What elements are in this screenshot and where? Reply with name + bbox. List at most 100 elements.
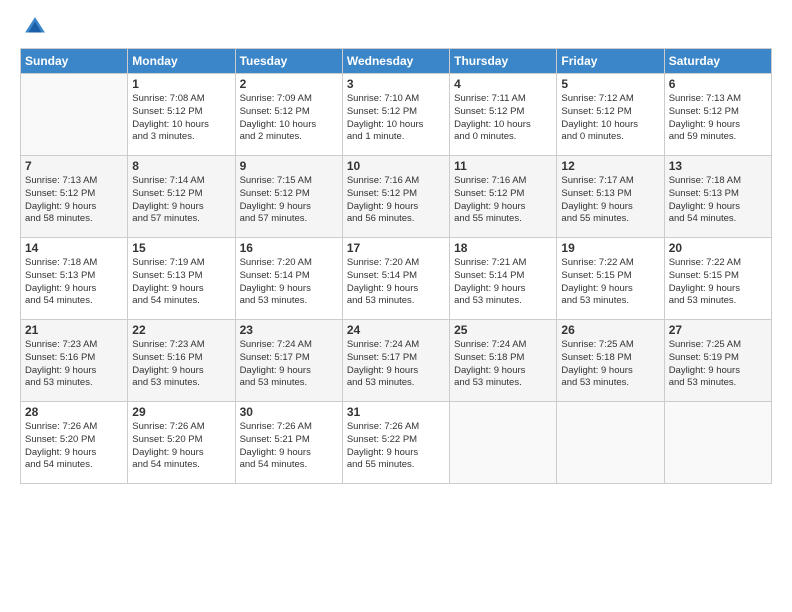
- day-number: 24: [347, 323, 445, 337]
- day-number: 6: [669, 77, 767, 91]
- day-info: Sunrise: 7:20 AM Sunset: 5:14 PM Dayligh…: [347, 257, 445, 308]
- calendar-cell: 21Sunrise: 7:23 AM Sunset: 5:16 PM Dayli…: [21, 320, 128, 402]
- day-info: Sunrise: 7:16 AM Sunset: 5:12 PM Dayligh…: [454, 175, 552, 226]
- day-info: Sunrise: 7:26 AM Sunset: 5:21 PM Dayligh…: [240, 421, 338, 472]
- calendar-cell: 3 Sunrise: 7:10 AM Sunset: 5:12 PM Daylig…: [342, 74, 449, 156]
- day-number: 11: [454, 159, 552, 173]
- day-info: Sunrise: 7:20 AM Sunset: 5:14 PM Dayligh…: [240, 257, 338, 308]
- day-info: Sunrise: 7:14 AM Sunset: 5:12 PM Dayligh…: [132, 175, 230, 226]
- day-number: 22: [132, 323, 230, 337]
- week-row-5: 28 Sunrise: 7:26 AM Sunset: 5:20 PM Dayli…: [21, 402, 772, 484]
- calendar-cell: 28 Sunrise: 7:26 AM Sunset: 5:20 PM Dayli…: [21, 402, 128, 484]
- day-info: Sunrise: 7:16 AM Sunset: 5:12 PM Dayligh…: [347, 175, 445, 226]
- day-info: Sunrise: 7:21 AM Sunset: 5:14 PM Dayligh…: [454, 257, 552, 308]
- calendar-cell: 11 Sunrise: 7:16 AM Sunset: 5:12 PM Dayli…: [450, 156, 557, 238]
- day-info: Sunrise: 7:18 AM Sunset: 5:13 PM Dayligh…: [25, 257, 123, 308]
- calendar-cell: 16 Sunrise: 7:20 AM Sunset: 5:14 PM Dayli…: [235, 238, 342, 320]
- day-number: 29: [132, 405, 230, 419]
- weekday-header-monday: Monday: [128, 49, 235, 74]
- day-number: 13: [669, 159, 767, 173]
- calendar-cell: 14Sunrise: 7:18 AM Sunset: 5:13 PM Dayli…: [21, 238, 128, 320]
- day-info: Sunrise: 7:25 AM Sunset: 5:19 PM Dayligh…: [669, 339, 767, 390]
- day-info: Sunrise: 7:22 AM Sunset: 5:15 PM Dayligh…: [561, 257, 659, 308]
- logo: [20, 16, 46, 38]
- calendar-cell: 19 Sunrise: 7:22 AM Sunset: 5:15 PM Dayli…: [557, 238, 664, 320]
- day-number: 10: [347, 159, 445, 173]
- week-row-4: 21Sunrise: 7:23 AM Sunset: 5:16 PM Dayli…: [21, 320, 772, 402]
- day-info: Sunrise: 7:08 AM Sunset: 5:12 PM Dayligh…: [132, 93, 230, 144]
- day-number: 27: [669, 323, 767, 337]
- day-number: 19: [561, 241, 659, 255]
- day-number: 9: [240, 159, 338, 173]
- weekday-header-saturday: Saturday: [664, 49, 771, 74]
- calendar-cell: 26 Sunrise: 7:25 AM Sunset: 5:18 PM Dayli…: [557, 320, 664, 402]
- calendar-cell: 22 Sunrise: 7:23 AM Sunset: 5:16 PM Dayli…: [128, 320, 235, 402]
- day-info: Sunrise: 7:11 AM Sunset: 5:12 PM Dayligh…: [454, 93, 552, 144]
- logo-icon: [24, 16, 46, 38]
- calendar-cell: 1Sunrise: 7:08 AM Sunset: 5:12 PM Daylig…: [128, 74, 235, 156]
- calendar-cell: 20Sunrise: 7:22 AM Sunset: 5:15 PM Dayli…: [664, 238, 771, 320]
- day-info: Sunrise: 7:15 AM Sunset: 5:12 PM Dayligh…: [240, 175, 338, 226]
- calendar-cell: [664, 402, 771, 484]
- day-number: 15: [132, 241, 230, 255]
- calendar-cell: 7 Sunrise: 7:13 AM Sunset: 5:12 PM Daylig…: [21, 156, 128, 238]
- weekday-header-thursday: Thursday: [450, 49, 557, 74]
- day-info: Sunrise: 7:18 AM Sunset: 5:13 PM Dayligh…: [669, 175, 767, 226]
- day-info: Sunrise: 7:24 AM Sunset: 5:17 PM Dayligh…: [240, 339, 338, 390]
- day-number: 16: [240, 241, 338, 255]
- calendar-cell: 31Sunrise: 7:26 AM Sunset: 5:22 PM Dayli…: [342, 402, 449, 484]
- calendar-cell: 6 Sunrise: 7:13 AM Sunset: 5:12 PM Daylig…: [664, 74, 771, 156]
- calendar-cell: 9 Sunrise: 7:15 AM Sunset: 5:12 PM Daylig…: [235, 156, 342, 238]
- weekday-header-sunday: Sunday: [21, 49, 128, 74]
- day-info: Sunrise: 7:26 AM Sunset: 5:22 PM Dayligh…: [347, 421, 445, 472]
- calendar-cell: [450, 402, 557, 484]
- day-info: Sunrise: 7:23 AM Sunset: 5:16 PM Dayligh…: [132, 339, 230, 390]
- calendar-cell: 30 Sunrise: 7:26 AM Sunset: 5:21 PM Dayli…: [235, 402, 342, 484]
- day-number: 20: [669, 241, 767, 255]
- weekday-header-tuesday: Tuesday: [235, 49, 342, 74]
- calendar-cell: [21, 74, 128, 156]
- day-info: Sunrise: 7:23 AM Sunset: 5:16 PM Dayligh…: [25, 339, 123, 390]
- calendar-cell: [557, 402, 664, 484]
- calendar-cell: 18 Sunrise: 7:21 AM Sunset: 5:14 PM Dayli…: [450, 238, 557, 320]
- day-number: 5: [561, 77, 659, 91]
- day-info: Sunrise: 7:10 AM Sunset: 5:12 PM Dayligh…: [347, 93, 445, 144]
- day-info: Sunrise: 7:26 AM Sunset: 5:20 PM Dayligh…: [25, 421, 123, 472]
- day-number: 17: [347, 241, 445, 255]
- calendar-cell: 8Sunrise: 7:14 AM Sunset: 5:12 PM Daylig…: [128, 156, 235, 238]
- header: [20, 16, 772, 38]
- calendar-cell: 10 Sunrise: 7:16 AM Sunset: 5:12 PM Dayli…: [342, 156, 449, 238]
- weekday-header-friday: Friday: [557, 49, 664, 74]
- day-info: Sunrise: 7:25 AM Sunset: 5:18 PM Dayligh…: [561, 339, 659, 390]
- calendar-cell: 27 Sunrise: 7:25 AM Sunset: 5:19 PM Dayli…: [664, 320, 771, 402]
- day-info: Sunrise: 7:09 AM Sunset: 5:12 PM Dayligh…: [240, 93, 338, 144]
- day-number: 28: [25, 405, 123, 419]
- day-number: 7: [25, 159, 123, 173]
- day-number: 18: [454, 241, 552, 255]
- week-row-1: 1Sunrise: 7:08 AM Sunset: 5:12 PM Daylig…: [21, 74, 772, 156]
- day-info: Sunrise: 7:13 AM Sunset: 5:12 PM Dayligh…: [669, 93, 767, 144]
- page: SundayMondayTuesdayWednesdayThursdayFrid…: [0, 0, 792, 612]
- calendar-cell: 2Sunrise: 7:09 AM Sunset: 5:12 PM Daylig…: [235, 74, 342, 156]
- calendar-cell: 17 Sunrise: 7:20 AM Sunset: 5:14 PM Dayli…: [342, 238, 449, 320]
- calendar-cell: 29 Sunrise: 7:26 AM Sunset: 5:20 PM Dayli…: [128, 402, 235, 484]
- calendar-cell: 24Sunrise: 7:24 AM Sunset: 5:17 PM Dayli…: [342, 320, 449, 402]
- day-number: 4: [454, 77, 552, 91]
- day-number: 23: [240, 323, 338, 337]
- week-row-2: 7 Sunrise: 7:13 AM Sunset: 5:12 PM Daylig…: [21, 156, 772, 238]
- day-info: Sunrise: 7:19 AM Sunset: 5:13 PM Dayligh…: [132, 257, 230, 308]
- day-info: Sunrise: 7:26 AM Sunset: 5:20 PM Dayligh…: [132, 421, 230, 472]
- day-number: 3: [347, 77, 445, 91]
- day-info: Sunrise: 7:13 AM Sunset: 5:12 PM Dayligh…: [25, 175, 123, 226]
- calendar-cell: 23 Sunrise: 7:24 AM Sunset: 5:17 PM Dayli…: [235, 320, 342, 402]
- day-info: Sunrise: 7:17 AM Sunset: 5:13 PM Dayligh…: [561, 175, 659, 226]
- calendar-cell: 5Sunrise: 7:12 AM Sunset: 5:12 PM Daylig…: [557, 74, 664, 156]
- day-number: 12: [561, 159, 659, 173]
- weekday-header-row: SundayMondayTuesdayWednesdayThursdayFrid…: [21, 49, 772, 74]
- calendar-cell: 15 Sunrise: 7:19 AM Sunset: 5:13 PM Dayli…: [128, 238, 235, 320]
- calendar-cell: 25Sunrise: 7:24 AM Sunset: 5:18 PM Dayli…: [450, 320, 557, 402]
- day-number: 26: [561, 323, 659, 337]
- day-number: 30: [240, 405, 338, 419]
- week-row-3: 14Sunrise: 7:18 AM Sunset: 5:13 PM Dayli…: [21, 238, 772, 320]
- weekday-header-wednesday: Wednesday: [342, 49, 449, 74]
